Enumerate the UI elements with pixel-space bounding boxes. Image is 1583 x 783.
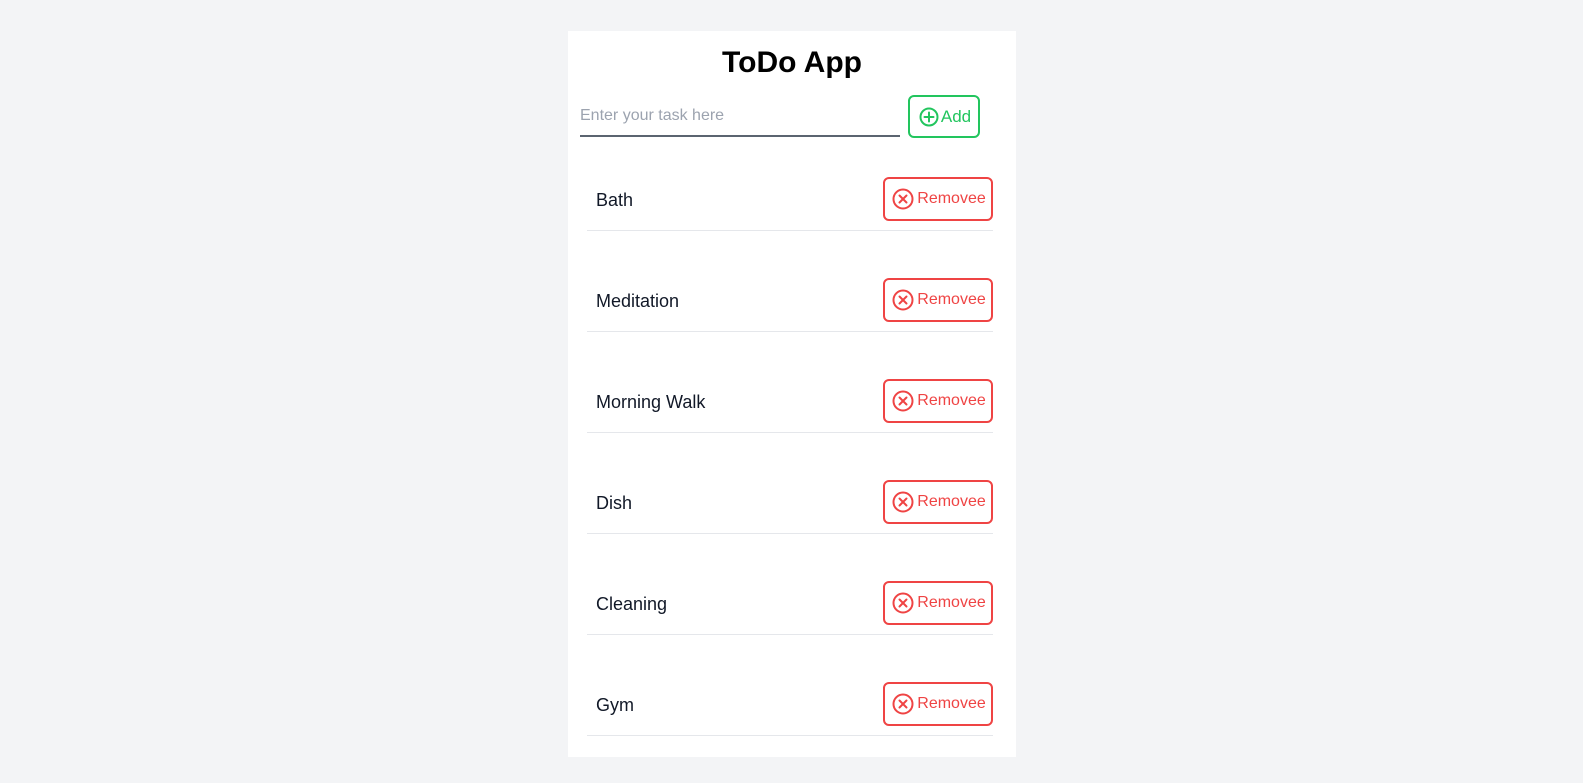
task-text: Cleaning (596, 594, 668, 614)
task-list: Bath Removee Meditation Removee Morning … (587, 177, 993, 783)
x-circle-icon (892, 693, 914, 715)
task-text: Dish (596, 493, 633, 513)
page-title: ToDo App (722, 46, 862, 79)
remove-button-label: Removee (917, 695, 986, 712)
remove-button-label: Removee (917, 594, 986, 611)
x-circle-icon (892, 188, 914, 210)
list-item: Dish Removee (587, 480, 993, 534)
todo-card: ToDo App Add Bath Removee Meditation (568, 31, 1016, 757)
add-button[interactable]: Add (908, 95, 980, 138)
remove-button-label: Removee (917, 291, 986, 308)
list-item: Meditation Removee (587, 278, 993, 332)
list-item: Cleaning Removee (587, 581, 993, 635)
remove-button[interactable]: Removee (883, 480, 993, 524)
list-item: Morning Walk Removee (587, 379, 993, 433)
remove-button[interactable]: Removee (883, 581, 993, 625)
list-item: Gym Removee (587, 682, 993, 736)
remove-button-label: Removee (917, 493, 986, 510)
task-text: Bath (596, 190, 634, 210)
remove-button[interactable]: Removee (883, 278, 993, 322)
task-text: Meditation (596, 291, 680, 311)
task-text: Morning Walk (596, 392, 706, 412)
task-input[interactable] (580, 97, 900, 137)
list-item: Bath Removee (587, 177, 993, 231)
x-circle-icon (892, 390, 914, 412)
x-circle-icon (892, 592, 914, 614)
remove-button-label: Removee (917, 190, 986, 207)
add-button-label: Add (940, 106, 972, 126)
task-text: Gym (596, 695, 634, 715)
remove-button-label: Removee (917, 392, 986, 409)
remove-button[interactable]: Removee (883, 682, 993, 726)
x-circle-icon (892, 289, 914, 311)
plus-circle-icon (919, 107, 939, 126)
remove-button[interactable]: Removee (883, 379, 993, 423)
remove-button[interactable]: Removee (883, 177, 993, 221)
x-circle-icon (892, 491, 914, 513)
